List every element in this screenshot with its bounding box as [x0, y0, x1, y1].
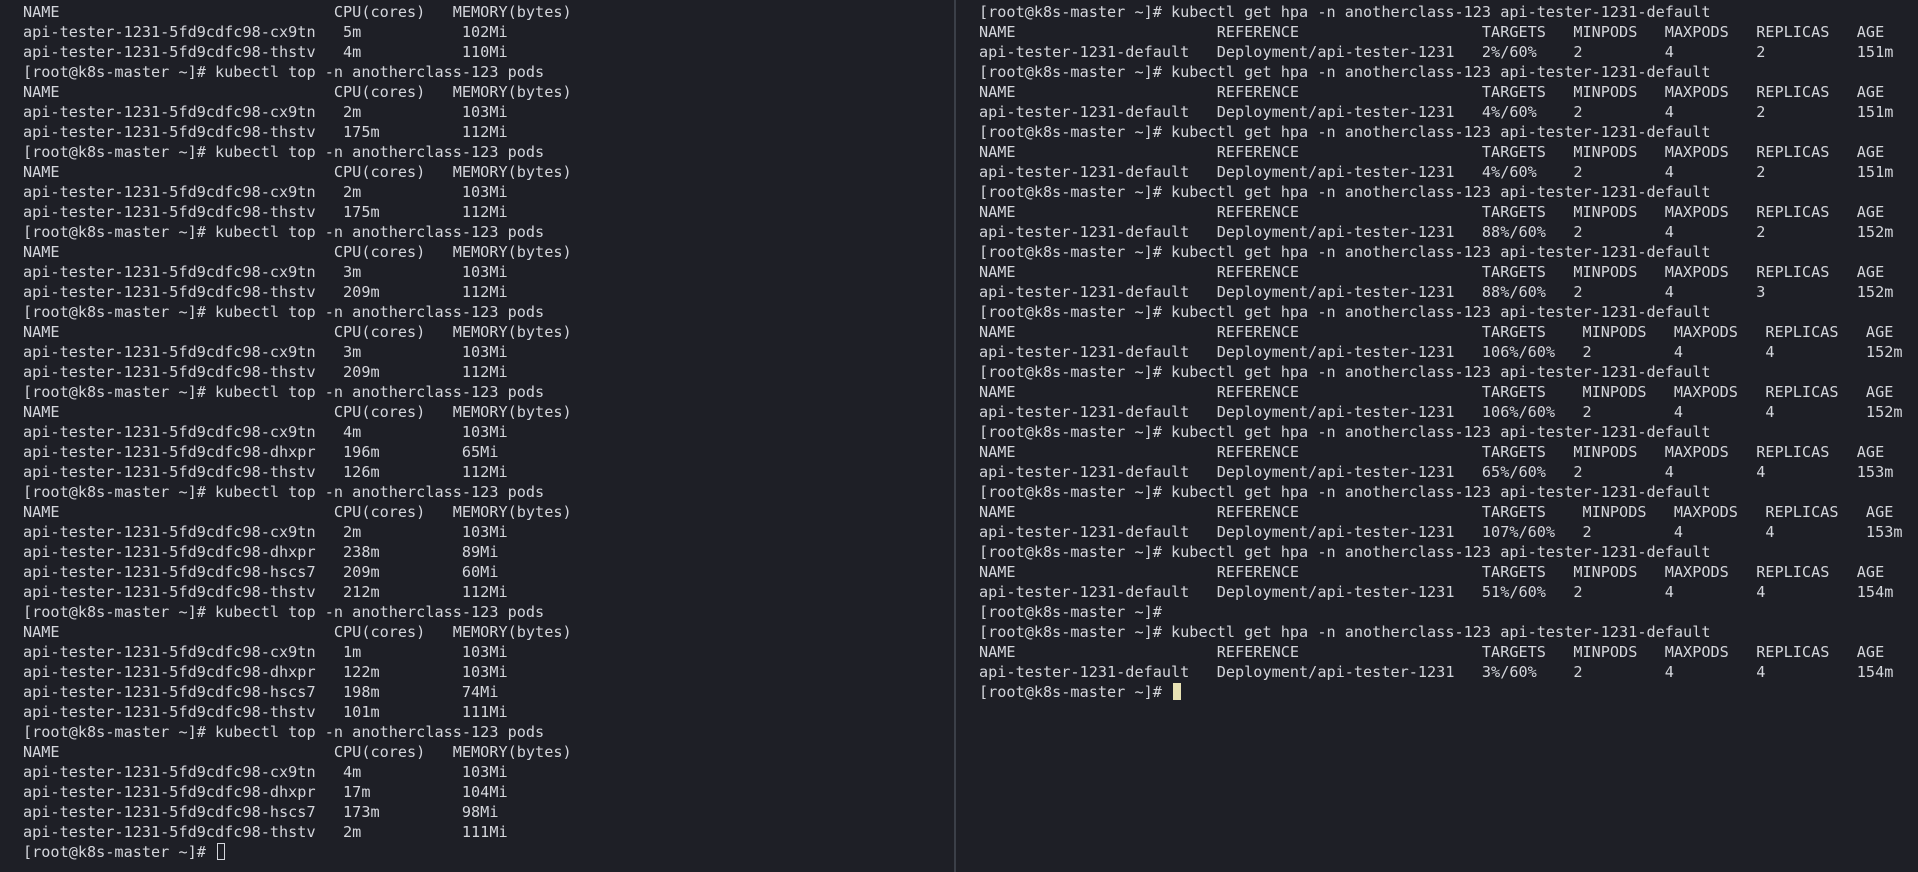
- terminal-line: [root@k8s-master ~]# kubectl get hpa -n …: [979, 243, 1711, 261]
- terminal-line: NAME CPU(cores) MEMORY(bytes): [23, 403, 572, 421]
- terminal-line: api-tester-1231-default Deployment/api-t…: [979, 343, 1903, 361]
- terminal-line: [root@k8s-master ~]# kubectl get hpa -n …: [979, 363, 1711, 381]
- terminal-line: api-tester-1231-5fd9cdfc98-thstv 4m 110M…: [23, 43, 508, 61]
- terminal-line: [root@k8s-master ~]# kubectl top -n anot…: [23, 723, 545, 741]
- terminal-line: NAME REFERENCE TARGETS MINPODS MAXPODS R…: [979, 503, 1894, 521]
- terminal-line: api-tester-1231-5fd9cdfc98-thstv 209m 11…: [23, 363, 508, 381]
- terminal-line: api-tester-1231-5fd9cdfc98-cx9tn 3m 103M…: [23, 343, 508, 361]
- terminal-line: api-tester-1231-5fd9cdfc98-cx9tn 2m 103M…: [23, 183, 508, 201]
- terminal-line: [root@k8s-master ~]# kubectl get hpa -n …: [979, 3, 1711, 21]
- terminal-line: api-tester-1231-default Deployment/api-t…: [979, 583, 1894, 601]
- terminal-line: api-tester-1231-5fd9cdfc98-thstv 175m 11…: [23, 203, 508, 221]
- left-prompt: [root@k8s-master ~]#: [23, 843, 216, 861]
- terminal-line: api-tester-1231-5fd9cdfc98-cx9tn 5m 102M…: [23, 23, 508, 41]
- terminal-line: api-tester-1231-5fd9cdfc98-dhxpr 122m 10…: [23, 663, 508, 681]
- terminal-line: api-tester-1231-default Deployment/api-t…: [979, 523, 1903, 541]
- terminal-line: [root@k8s-master ~]# kubectl get hpa -n …: [979, 483, 1711, 501]
- right-terminal-pane[interactable]: [root@k8s-master ~]# kubectl get hpa -n …: [956, 0, 1918, 872]
- terminal-line: api-tester-1231-5fd9cdfc98-hscs7 173m 98…: [23, 803, 499, 821]
- terminal-line: api-tester-1231-5fd9cdfc98-thstv 101m 11…: [23, 703, 508, 721]
- terminal-line: [root@k8s-master ~]# kubectl top -n anot…: [23, 143, 545, 161]
- terminal-line: NAME REFERENCE TARGETS MINPODS MAXPODS R…: [979, 643, 1885, 661]
- terminal-line: api-tester-1231-default Deployment/api-t…: [979, 283, 1894, 301]
- right-prompt: [root@k8s-master ~]#: [979, 683, 1172, 701]
- left-terminal-pane[interactable]: NAME CPU(cores) MEMORY(bytes) api-tester-…: [0, 0, 954, 872]
- terminal-line: api-tester-1231-5fd9cdfc98-dhxpr 17m 104…: [23, 783, 508, 801]
- terminal-line: api-tester-1231-5fd9cdfc98-cx9tn 1m 103M…: [23, 643, 508, 661]
- terminal-line: NAME CPU(cores) MEMORY(bytes): [23, 503, 572, 521]
- terminal-line: NAME CPU(cores) MEMORY(bytes): [23, 3, 572, 21]
- terminal-line: NAME REFERENCE TARGETS MINPODS MAXPODS R…: [979, 23, 1885, 41]
- terminal-line: NAME CPU(cores) MEMORY(bytes): [23, 243, 572, 261]
- terminal-window: NAME CPU(cores) MEMORY(bytes) api-tester-…: [0, 0, 1918, 872]
- terminal-line: [root@k8s-master ~]# kubectl top -n anot…: [23, 63, 545, 81]
- terminal-line: NAME REFERENCE TARGETS MINPODS MAXPODS R…: [979, 143, 1885, 161]
- terminal-line: NAME CPU(cores) MEMORY(bytes): [23, 163, 572, 181]
- terminal-line: api-tester-1231-default Deployment/api-t…: [979, 463, 1894, 481]
- terminal-line: api-tester-1231-5fd9cdfc98-dhxpr 238m 89…: [23, 543, 499, 561]
- left-prompt-line[interactable]: [root@k8s-master ~]#: [23, 842, 954, 862]
- right-prompt-line[interactable]: [root@k8s-master ~]#: [979, 682, 1918, 702]
- terminal-line: NAME CPU(cores) MEMORY(bytes): [23, 743, 572, 761]
- right-cursor: [1173, 683, 1182, 700]
- terminal-line: NAME REFERENCE TARGETS MINPODS MAXPODS R…: [979, 443, 1885, 461]
- terminal-line: api-tester-1231-5fd9cdfc98-cx9tn 3m 103M…: [23, 263, 508, 281]
- terminal-line: api-tester-1231-5fd9cdfc98-thstv 175m 11…: [23, 123, 508, 141]
- terminal-line: [root@k8s-master ~]# kubectl top -n anot…: [23, 383, 545, 401]
- terminal-line: api-tester-1231-5fd9cdfc98-cx9tn 4m 103M…: [23, 763, 508, 781]
- right-terminal-output: [root@k8s-master ~]# kubectl get hpa -n …: [979, 2, 1918, 682]
- terminal-line: api-tester-1231-default Deployment/api-t…: [979, 403, 1903, 421]
- terminal-line: [root@k8s-master ~]# kubectl get hpa -n …: [979, 423, 1711, 441]
- terminal-line: api-tester-1231-5fd9cdfc98-thstv 212m 11…: [23, 583, 508, 601]
- terminal-line: api-tester-1231-5fd9cdfc98-cx9tn 2m 103M…: [23, 103, 508, 121]
- left-terminal-output: NAME CPU(cores) MEMORY(bytes) api-tester-…: [23, 2, 954, 842]
- terminal-line: NAME REFERENCE TARGETS MINPODS MAXPODS R…: [979, 83, 1885, 101]
- terminal-line: NAME REFERENCE TARGETS MINPODS MAXPODS R…: [979, 263, 1885, 281]
- terminal-line: NAME CPU(cores) MEMORY(bytes): [23, 83, 572, 101]
- left-cursor: [217, 843, 226, 860]
- terminal-line: NAME CPU(cores) MEMORY(bytes): [23, 623, 572, 641]
- terminal-line: [root@k8s-master ~]# kubectl get hpa -n …: [979, 123, 1711, 141]
- terminal-line: api-tester-1231-5fd9cdfc98-cx9tn 2m 103M…: [23, 523, 508, 541]
- terminal-line: api-tester-1231-default Deployment/api-t…: [979, 103, 1894, 121]
- terminal-line: [root@k8s-master ~]# kubectl get hpa -n …: [979, 183, 1711, 201]
- terminal-line: [root@k8s-master ~]# kubectl top -n anot…: [23, 303, 545, 321]
- terminal-line: NAME REFERENCE TARGETS MINPODS MAXPODS R…: [979, 203, 1885, 221]
- terminal-line: api-tester-1231-5fd9cdfc98-dhxpr 196m 65…: [23, 443, 499, 461]
- terminal-line: [root@k8s-master ~]# kubectl top -n anot…: [23, 603, 545, 621]
- terminal-line: api-tester-1231-default Deployment/api-t…: [979, 223, 1894, 241]
- terminal-line: [root@k8s-master ~]# kubectl top -n anot…: [23, 223, 545, 241]
- terminal-line: api-tester-1231-default Deployment/api-t…: [979, 163, 1894, 181]
- terminal-line: [root@k8s-master ~]# kubectl get hpa -n …: [979, 303, 1711, 321]
- terminal-line: NAME REFERENCE TARGETS MINPODS MAXPODS R…: [979, 323, 1894, 341]
- terminal-line: [root@k8s-master ~]# kubectl get hpa -n …: [979, 623, 1711, 641]
- terminal-line: api-tester-1231-default Deployment/api-t…: [979, 43, 1894, 61]
- terminal-line: api-tester-1231-default Deployment/api-t…: [979, 663, 1894, 681]
- terminal-line: api-tester-1231-5fd9cdfc98-thstv 2m 111M…: [23, 823, 508, 841]
- terminal-line: [root@k8s-master ~]# kubectl get hpa -n …: [979, 543, 1711, 561]
- terminal-line: NAME REFERENCE TARGETS MINPODS MAXPODS R…: [979, 563, 1885, 581]
- terminal-line: [root@k8s-master ~]# kubectl top -n anot…: [23, 483, 545, 501]
- terminal-line: NAME CPU(cores) MEMORY(bytes): [23, 323, 572, 341]
- terminal-line: api-tester-1231-5fd9cdfc98-hscs7 209m 60…: [23, 563, 499, 581]
- terminal-line: [root@k8s-master ~]#: [979, 603, 1172, 621]
- terminal-line: api-tester-1231-5fd9cdfc98-thstv 126m 11…: [23, 463, 508, 481]
- terminal-line: [root@k8s-master ~]# kubectl get hpa -n …: [979, 63, 1711, 81]
- terminal-line: api-tester-1231-5fd9cdfc98-hscs7 198m 74…: [23, 683, 499, 701]
- terminal-line: NAME REFERENCE TARGETS MINPODS MAXPODS R…: [979, 383, 1894, 401]
- terminal-line: api-tester-1231-5fd9cdfc98-cx9tn 4m 103M…: [23, 423, 508, 441]
- terminal-line: api-tester-1231-5fd9cdfc98-thstv 209m 11…: [23, 283, 508, 301]
